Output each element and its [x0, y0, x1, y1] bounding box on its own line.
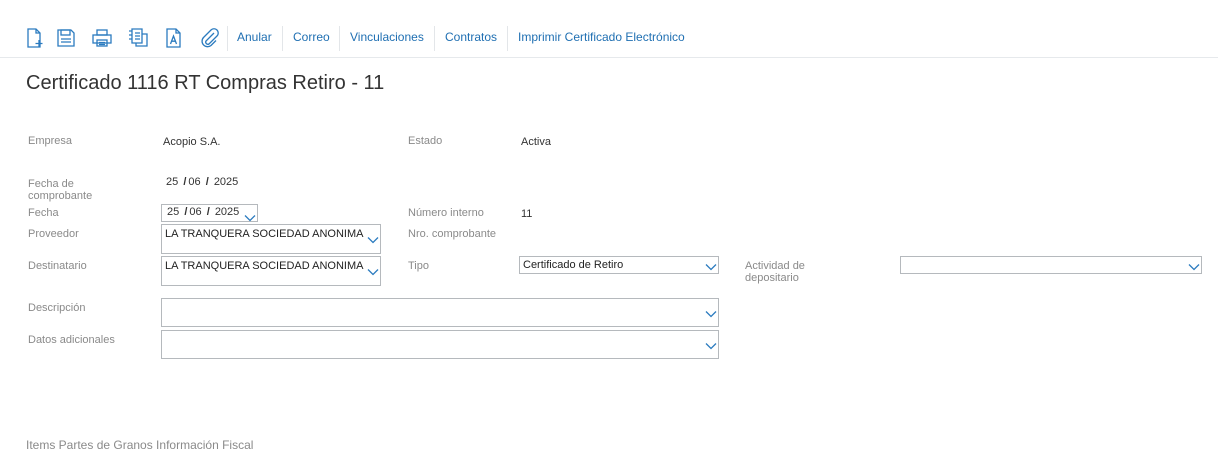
vinculaciones-button[interactable]: Vinculaciones — [350, 24, 424, 51]
descripcion-label: Descripción — [28, 302, 86, 314]
chevron-down-icon[interactable] — [1188, 263, 1200, 271]
chevron-down-icon[interactable] — [367, 268, 379, 276]
fecha-comprobante-value: 25 /06 / 2025 — [166, 176, 239, 188]
tipo-label: Tipo — [408, 260, 429, 272]
datos-adicionales-label: Datos adicionales — [28, 334, 115, 346]
chevron-down-icon[interactable] — [244, 214, 256, 222]
actividad-depositario-label: Actividad de depositario — [745, 260, 805, 284]
numero-interno-value: 11 — [521, 208, 533, 220]
toolbar-separator — [227, 26, 228, 51]
report-icon[interactable] — [127, 27, 149, 49]
save-icon[interactable] — [55, 27, 77, 49]
toolbar-separator — [434, 26, 435, 51]
descripcion-input[interactable] — [161, 298, 719, 327]
print-icon[interactable] — [91, 27, 113, 49]
destinatario-label: Destinatario — [28, 260, 87, 272]
anular-button[interactable]: Anular — [237, 24, 272, 51]
empresa-label: Empresa — [28, 135, 73, 147]
toolbar: Anular Correo Vinculaciones Contratos Im… — [0, 24, 1218, 58]
fecha-label: Fecha — [28, 207, 59, 219]
proveedor-select[interactable]: LA TRANQUERA SOCIEDAD ANONIMA — [161, 224, 381, 254]
toolbar-separator — [339, 26, 340, 51]
chevron-down-icon[interactable] — [705, 310, 717, 318]
new-document-icon[interactable] — [24, 27, 46, 49]
proveedor-label: Proveedor — [28, 228, 79, 240]
datos-adicionales-input[interactable] — [161, 330, 719, 359]
destinatario-value: LA TRANQUERA SOCIEDAD ANONIMA — [165, 260, 364, 272]
toolbar-separator — [282, 26, 283, 51]
nro-comprobante-label: Nro. comprobante — [408, 228, 497, 240]
estado-value: Activa — [521, 136, 551, 148]
contratos-button[interactable]: Contratos — [445, 24, 497, 51]
estado-label: Estado — [408, 135, 443, 147]
chevron-down-icon[interactable] — [705, 342, 717, 350]
fecha-date-input[interactable]: 25 /06 / 2025 — [161, 204, 258, 222]
attachment-icon[interactable] — [199, 27, 221, 49]
imprimir-certificado-button[interactable]: Imprimir Certificado Electrónico — [518, 24, 685, 51]
toolbar-separator — [507, 26, 508, 51]
chevron-down-icon[interactable] — [367, 236, 379, 244]
tipo-select[interactable]: Certificado de Retiro — [519, 256, 719, 274]
destinatario-select[interactable]: LA TRANQUERA SOCIEDAD ANONIMA — [161, 256, 381, 286]
chevron-down-icon[interactable] — [705, 263, 717, 271]
fecha-comprobante-label: Fecha de comprobante — [28, 178, 93, 202]
bottom-tabs[interactable]: Items Partes de Granos Información Fisca… — [26, 438, 253, 452]
tipo-value: Certificado de Retiro — [523, 259, 624, 271]
empresa-value: Acopio S.A. — [163, 136, 221, 148]
text-document-icon[interactable] — [163, 27, 185, 49]
correo-button[interactable]: Correo — [293, 24, 330, 51]
proveedor-value: LA TRANQUERA SOCIEDAD ANONIMA — [165, 228, 364, 240]
actividad-depositario-select[interactable] — [900, 256, 1202, 274]
page-title: Certificado 1116 RT Compras Retiro - 11 — [26, 72, 385, 94]
numero-interno-label: Número interno — [408, 207, 484, 219]
